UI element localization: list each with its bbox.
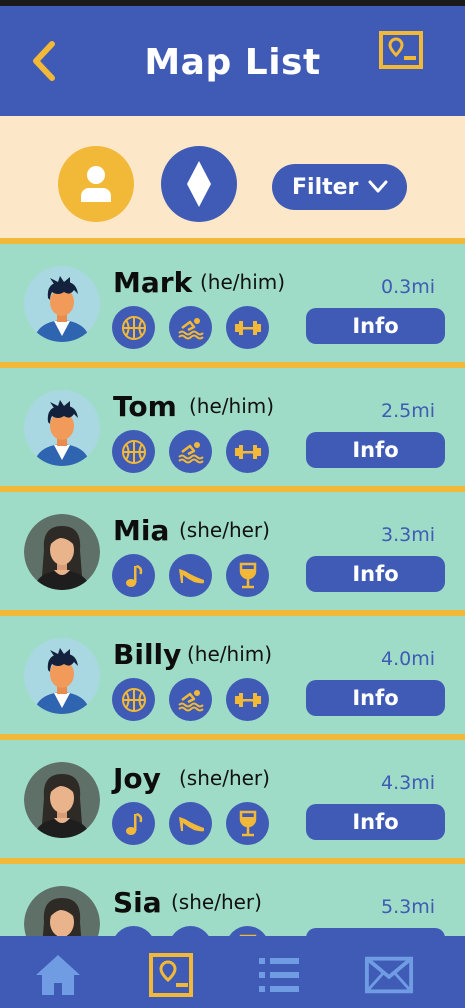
nav-map[interactable] [146,950,196,1000]
avatar [24,266,100,342]
wine-glass-icon[interactable] [226,554,269,597]
person-name: Sia [113,886,162,919]
person-pronouns: (she/her) [171,890,262,914]
nav-list[interactable] [254,950,304,1000]
interest-icons [112,554,269,597]
list-icon [259,958,299,992]
controls-panel: Filter [0,116,465,238]
list-item[interactable]: Mia (she/her) 3.3mi Info [0,486,465,610]
swimming-icon[interactable] [169,678,212,721]
people-list: Mark (he/him) 0.3mi Info Tom (he/him) 2.… [0,238,465,982]
list-item[interactable]: Tom (he/him) 2.5mi Info [0,362,465,486]
avatar [24,638,100,714]
filter-label: Filter [292,174,359,200]
swimming-icon[interactable] [169,430,212,473]
music-note-icon[interactable] [112,802,155,845]
person-name: Mia [113,514,170,547]
person-pronouns: (she/her) [179,518,270,542]
basketball-icon[interactable] [112,678,155,721]
user-icon [81,166,111,202]
interest-icons [112,678,269,721]
info-button[interactable]: Info [306,308,445,344]
person-pronouns: (he/him) [189,394,275,418]
profile-button[interactable] [58,146,134,222]
basketball-icon[interactable] [112,430,155,473]
person-pronouns: (he/him) [200,270,286,294]
avatar [24,762,100,838]
interest-icons [112,306,269,349]
mail-icon [364,956,414,994]
dumbbell-icon[interactable] [226,430,269,473]
filter-dropdown[interactable]: Filter [272,164,407,210]
interest-icons [112,802,269,845]
compass-button[interactable] [161,146,237,222]
list-item[interactable]: Billy (he/him) 4.0mi Info [0,610,465,734]
compass-icon [187,161,211,207]
person-pronouns: (she/her) [179,766,270,790]
interest-icons [112,430,269,473]
basketball-icon[interactable] [112,306,155,349]
list-item[interactable]: Mark (he/him) 0.3mi Info [0,238,465,362]
person-name: Joy [113,762,161,795]
header-bar: Map List [0,6,465,116]
person-distance: 2.5mi [380,400,435,422]
high-heel-icon[interactable] [169,802,212,845]
list-item[interactable]: Joy (she/her) 4.3mi Info [0,734,465,858]
avatar [24,514,100,590]
info-button[interactable]: Info [306,804,445,840]
person-distance: 4.0mi [380,648,435,670]
dumbbell-icon[interactable] [226,678,269,721]
home-icon [36,955,80,995]
person-name: Billy [113,638,182,671]
nav-mail[interactable] [364,950,414,1000]
person-distance: 3.3mi [380,524,435,546]
person-pronouns: (he/him) [187,642,273,666]
dumbbell-icon[interactable] [226,306,269,349]
music-note-icon[interactable] [112,554,155,597]
info-button[interactable]: Info [306,432,445,468]
map-view-button[interactable] [378,30,424,70]
map-icon [379,31,423,69]
person-distance: 5.3mi [380,896,435,918]
person-name: Mark [113,266,193,299]
avatar [24,390,100,466]
person-distance: 0.3mi [380,276,435,298]
bottom-nav [0,936,465,1008]
nav-home[interactable] [33,950,83,1000]
person-distance: 4.3mi [380,772,435,794]
app-screen: Map List Filter Mark (he/him) 0.3mi Info… [0,6,465,1008]
swimming-icon[interactable] [169,306,212,349]
high-heel-icon[interactable] [169,554,212,597]
wine-glass-icon[interactable] [226,802,269,845]
chevron-down-icon [368,180,388,193]
info-button[interactable]: Info [306,680,445,716]
info-button[interactable]: Info [306,556,445,592]
map-icon [149,953,193,997]
person-name: Tom [113,390,177,423]
